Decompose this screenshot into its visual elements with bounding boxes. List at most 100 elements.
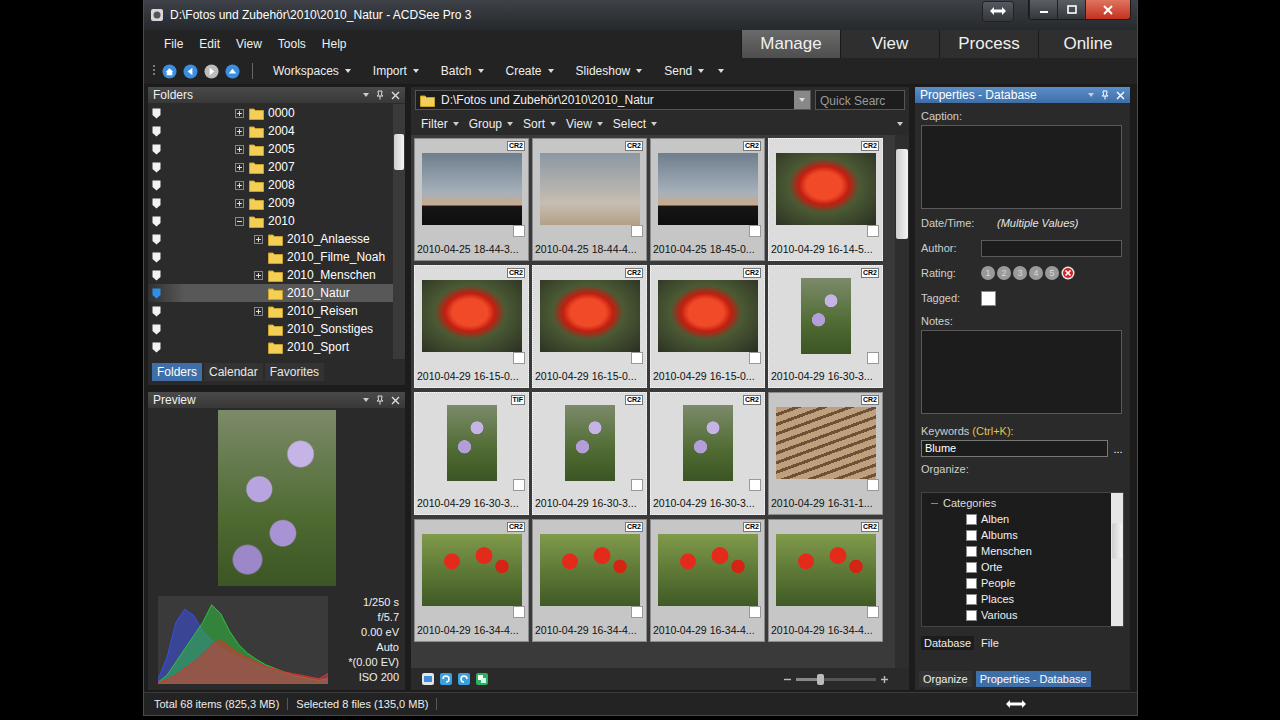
category-item[interactable]: Menschen (922, 543, 1111, 559)
rating-button[interactable]: 4 (1029, 266, 1043, 280)
category-checkbox[interactable] (966, 594, 977, 605)
categories-scrollbar[interactable] (1111, 493, 1123, 626)
folder-row[interactable]: 2010_Menschen (148, 266, 393, 284)
thumbnail-item[interactable]: CR22010-04-29 16-15-0... (650, 265, 765, 388)
panel-close-icon[interactable] (391, 91, 400, 100)
tagged-checkbox[interactable] (981, 291, 996, 306)
rating-button[interactable]: 2 (997, 266, 1011, 280)
keywords-picker-button[interactable]: ... (1110, 443, 1126, 455)
folder-marker-icon[interactable] (152, 108, 161, 119)
folder-marker-icon[interactable] (152, 180, 161, 191)
expand-icon[interactable] (254, 271, 263, 280)
thumbnail-item[interactable]: CR22010-04-29 16-14-5... (768, 138, 883, 261)
folder-marker-icon[interactable] (152, 126, 161, 137)
pin-icon[interactable] (375, 90, 385, 100)
thumbnail-scrollbar[interactable] (895, 135, 909, 668)
folder-row[interactable]: 2010_Sport (148, 338, 393, 356)
rotate-left-icon[interactable] (421, 672, 435, 686)
menu-item[interactable]: Help (314, 37, 355, 51)
category-checkbox[interactable] (966, 546, 977, 557)
category-item[interactable]: Orte (922, 559, 1111, 575)
category-item[interactable]: Alben (922, 511, 1111, 527)
zoom-out-icon[interactable] (783, 675, 792, 684)
folder-row[interactable]: 2010_Natur (148, 284, 393, 302)
thumbnail-item[interactable]: TIF2010-04-29 16-30-3... (414, 392, 529, 515)
thumbnail-item[interactable]: CR22010-04-29 16-30-3... (650, 392, 765, 515)
filter-menu-button[interactable]: Select (609, 117, 661, 131)
path-field[interactable]: D:\Fotos und Zubehör\2010\2010_Natur (415, 90, 811, 110)
tag-checkbox[interactable] (749, 606, 761, 618)
caption-field[interactable] (921, 125, 1122, 209)
folder-marker-icon[interactable] (152, 306, 161, 317)
category-checkbox[interactable] (966, 578, 977, 589)
toolbar-menu-button[interactable]: Import (365, 64, 427, 78)
close-button[interactable] (1085, 0, 1130, 19)
expand-icon[interactable] (254, 235, 263, 244)
panel-tab[interactable]: Folders (152, 363, 202, 381)
folder-row[interactable]: 2005 (148, 140, 393, 158)
filter-bar-overflow-icon[interactable] (897, 122, 903, 126)
filter-menu-button[interactable]: View (562, 117, 607, 131)
quick-search-field[interactable]: Quick Searc (815, 90, 905, 110)
tag-checkbox[interactable] (513, 225, 525, 237)
menu-item[interactable]: File (156, 37, 191, 51)
pin-icon[interactable] (375, 395, 385, 405)
folder-marker-icon[interactable] (152, 216, 161, 227)
title-bar[interactable]: D:\Fotos und Zubehör\2010\2010_Natur - A… (144, 0, 1137, 30)
folder-row[interactable]: 2010_Sonstiges (148, 320, 393, 338)
zoom-thumb[interactable] (817, 674, 824, 685)
tag-checkbox[interactable] (631, 352, 643, 364)
tag-checkbox[interactable] (867, 352, 879, 364)
folder-row[interactable]: 2010 (148, 212, 393, 230)
menu-item[interactable]: View (228, 37, 270, 51)
thumbnail-item[interactable]: CR22010-04-29 16-15-0... (414, 265, 529, 388)
rating-button[interactable]: 3 (1013, 266, 1027, 280)
collapse-icon[interactable] (235, 217, 244, 226)
expand-icon[interactable] (235, 127, 244, 136)
expand-icon[interactable] (235, 163, 244, 172)
expand-icon[interactable] (235, 199, 244, 208)
folder-row[interactable]: 2007 (148, 158, 393, 176)
thumbnail-item[interactable]: CR22010-04-25 18-44-3... (414, 138, 529, 261)
rotate-cw-icon[interactable] (457, 672, 471, 686)
tag-checkbox[interactable] (867, 225, 879, 237)
mode-tab[interactable]: Process (939, 30, 1038, 58)
category-checkbox[interactable] (966, 610, 977, 621)
folder-row[interactable]: 2004 (148, 122, 393, 140)
mode-tab[interactable]: Online (1038, 30, 1137, 58)
properties-tab[interactable]: Database (921, 636, 974, 650)
collapse-icon[interactable] (930, 499, 939, 508)
panel-close-icon[interactable] (391, 396, 400, 405)
thumbnail-item[interactable]: CR22010-04-25 18-44-4... (532, 138, 647, 261)
category-item[interactable]: Various (922, 607, 1111, 623)
menu-item[interactable]: Edit (191, 37, 228, 51)
mode-tab[interactable]: View (840, 30, 939, 58)
minimize-button[interactable] (1029, 0, 1057, 19)
panel-tab[interactable]: Favorites (265, 363, 324, 381)
folder-marker-icon[interactable] (152, 252, 161, 263)
tag-checkbox[interactable] (867, 606, 879, 618)
thumbnail-item[interactable]: CR22010-04-29 16-34-4... (532, 519, 647, 642)
panel-menu-icon[interactable] (363, 398, 369, 402)
folder-row[interactable]: 2008 (148, 176, 393, 194)
folder-row[interactable]: 2009 (148, 194, 393, 212)
author-field[interactable] (981, 240, 1122, 257)
zoom-in-icon[interactable] (880, 675, 889, 684)
toolbar-overflow-icon[interactable] (718, 69, 724, 73)
category-item[interactable]: People (922, 575, 1111, 591)
dock-tab[interactable]: Organize (919, 671, 972, 687)
tag-checkbox[interactable] (749, 352, 761, 364)
expand-icon[interactable] (235, 181, 244, 190)
filter-menu-button[interactable]: Group (465, 117, 517, 131)
fullscreen-button[interactable] (982, 1, 1014, 22)
folder-marker-icon[interactable] (152, 198, 161, 209)
category-checkbox[interactable] (966, 562, 977, 573)
category-item[interactable]: Albums (922, 527, 1111, 543)
tag-checkbox[interactable] (749, 225, 761, 237)
maximize-button[interactable] (1057, 0, 1085, 19)
thumbnail-item[interactable]: CR22010-04-29 16-30-3... (532, 392, 647, 515)
back-icon[interactable] (183, 64, 198, 79)
folder-marker-icon[interactable] (152, 324, 161, 335)
folder-row[interactable]: 0000 (148, 104, 393, 122)
double-arrow-icon[interactable] (1005, 699, 1027, 709)
